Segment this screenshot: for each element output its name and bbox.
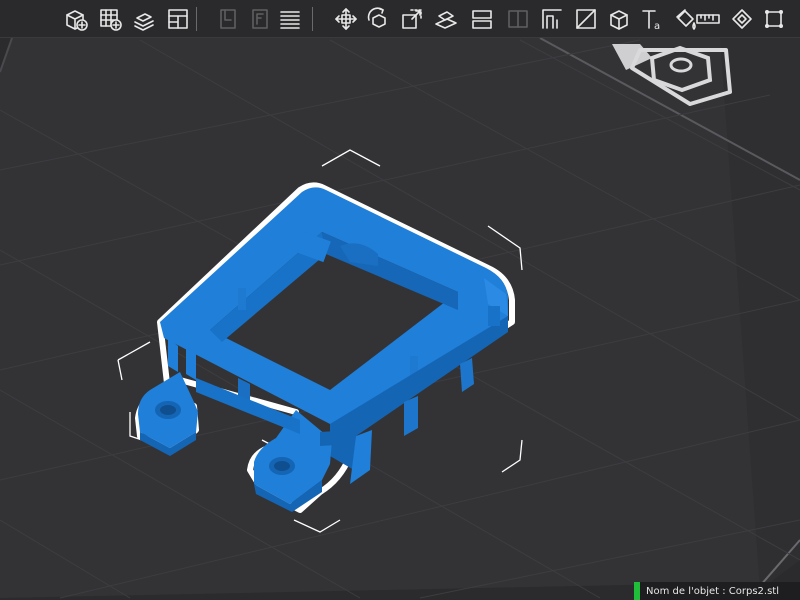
layers-button[interactable] <box>276 5 304 33</box>
split-button[interactable] <box>504 5 532 33</box>
move-button[interactable] <box>332 5 360 33</box>
lay-on-face-icon <box>435 11 457 29</box>
layers-list-icon <box>280 11 300 29</box>
seam-button[interactable] <box>572 5 600 33</box>
object-name-label: Nom de l'objet : Corps2.stl <box>646 585 779 597</box>
support-icon <box>542 9 562 29</box>
solid-cube-icon <box>610 10 628 30</box>
split-icon <box>508 10 528 28</box>
paste-icon <box>252 9 268 29</box>
toolbar-separator <box>196 7 197 31</box>
copy-icon <box>220 9 236 29</box>
3d-viewport[interactable] <box>0 0 800 600</box>
svg-text:a: a <box>654 21 660 32</box>
emboss-icon <box>732 9 752 29</box>
assemble-button[interactable] <box>760 5 788 33</box>
add-grid-button[interactable] <box>96 5 124 33</box>
toolbar-separator <box>312 7 313 31</box>
emboss-button[interactable] <box>728 5 756 33</box>
move-arrows-icon <box>335 8 357 30</box>
top-toolbar: a <box>0 0 800 38</box>
rotate-button[interactable] <box>364 5 392 33</box>
paste-button[interactable] <box>246 5 274 33</box>
status-bar: Nom de l'objet : Corps2.stl <box>634 582 800 600</box>
seam-icon <box>576 9 596 29</box>
arrange-icon <box>134 13 154 31</box>
scale-button[interactable] <box>398 5 426 33</box>
arrange-button[interactable] <box>130 5 158 33</box>
solid-button[interactable] <box>606 5 634 33</box>
ruler-icon <box>696 14 720 24</box>
lay-on-face-button[interactable] <box>432 5 460 33</box>
assemble-icon <box>765 10 783 28</box>
add-grid-icon <box>100 9 122 31</box>
rotate-cube-icon <box>367 7 386 28</box>
layout-panel-icon <box>168 9 188 29</box>
cut-icon <box>472 10 492 29</box>
layout-button[interactable] <box>164 5 192 33</box>
copy-button[interactable] <box>214 5 242 33</box>
slicer-app: a Nom de l'objet : Corps2.stl <box>0 0 800 600</box>
text-icon: a <box>642 10 660 32</box>
measure-button[interactable] <box>694 5 722 33</box>
status-indicator <box>634 582 640 600</box>
add-cube-icon <box>66 10 88 31</box>
support-button[interactable] <box>538 5 566 33</box>
cut-button[interactable] <box>468 5 496 33</box>
text-button[interactable]: a <box>638 5 666 33</box>
scale-icon <box>402 9 422 29</box>
add-object-button[interactable] <box>62 5 90 33</box>
